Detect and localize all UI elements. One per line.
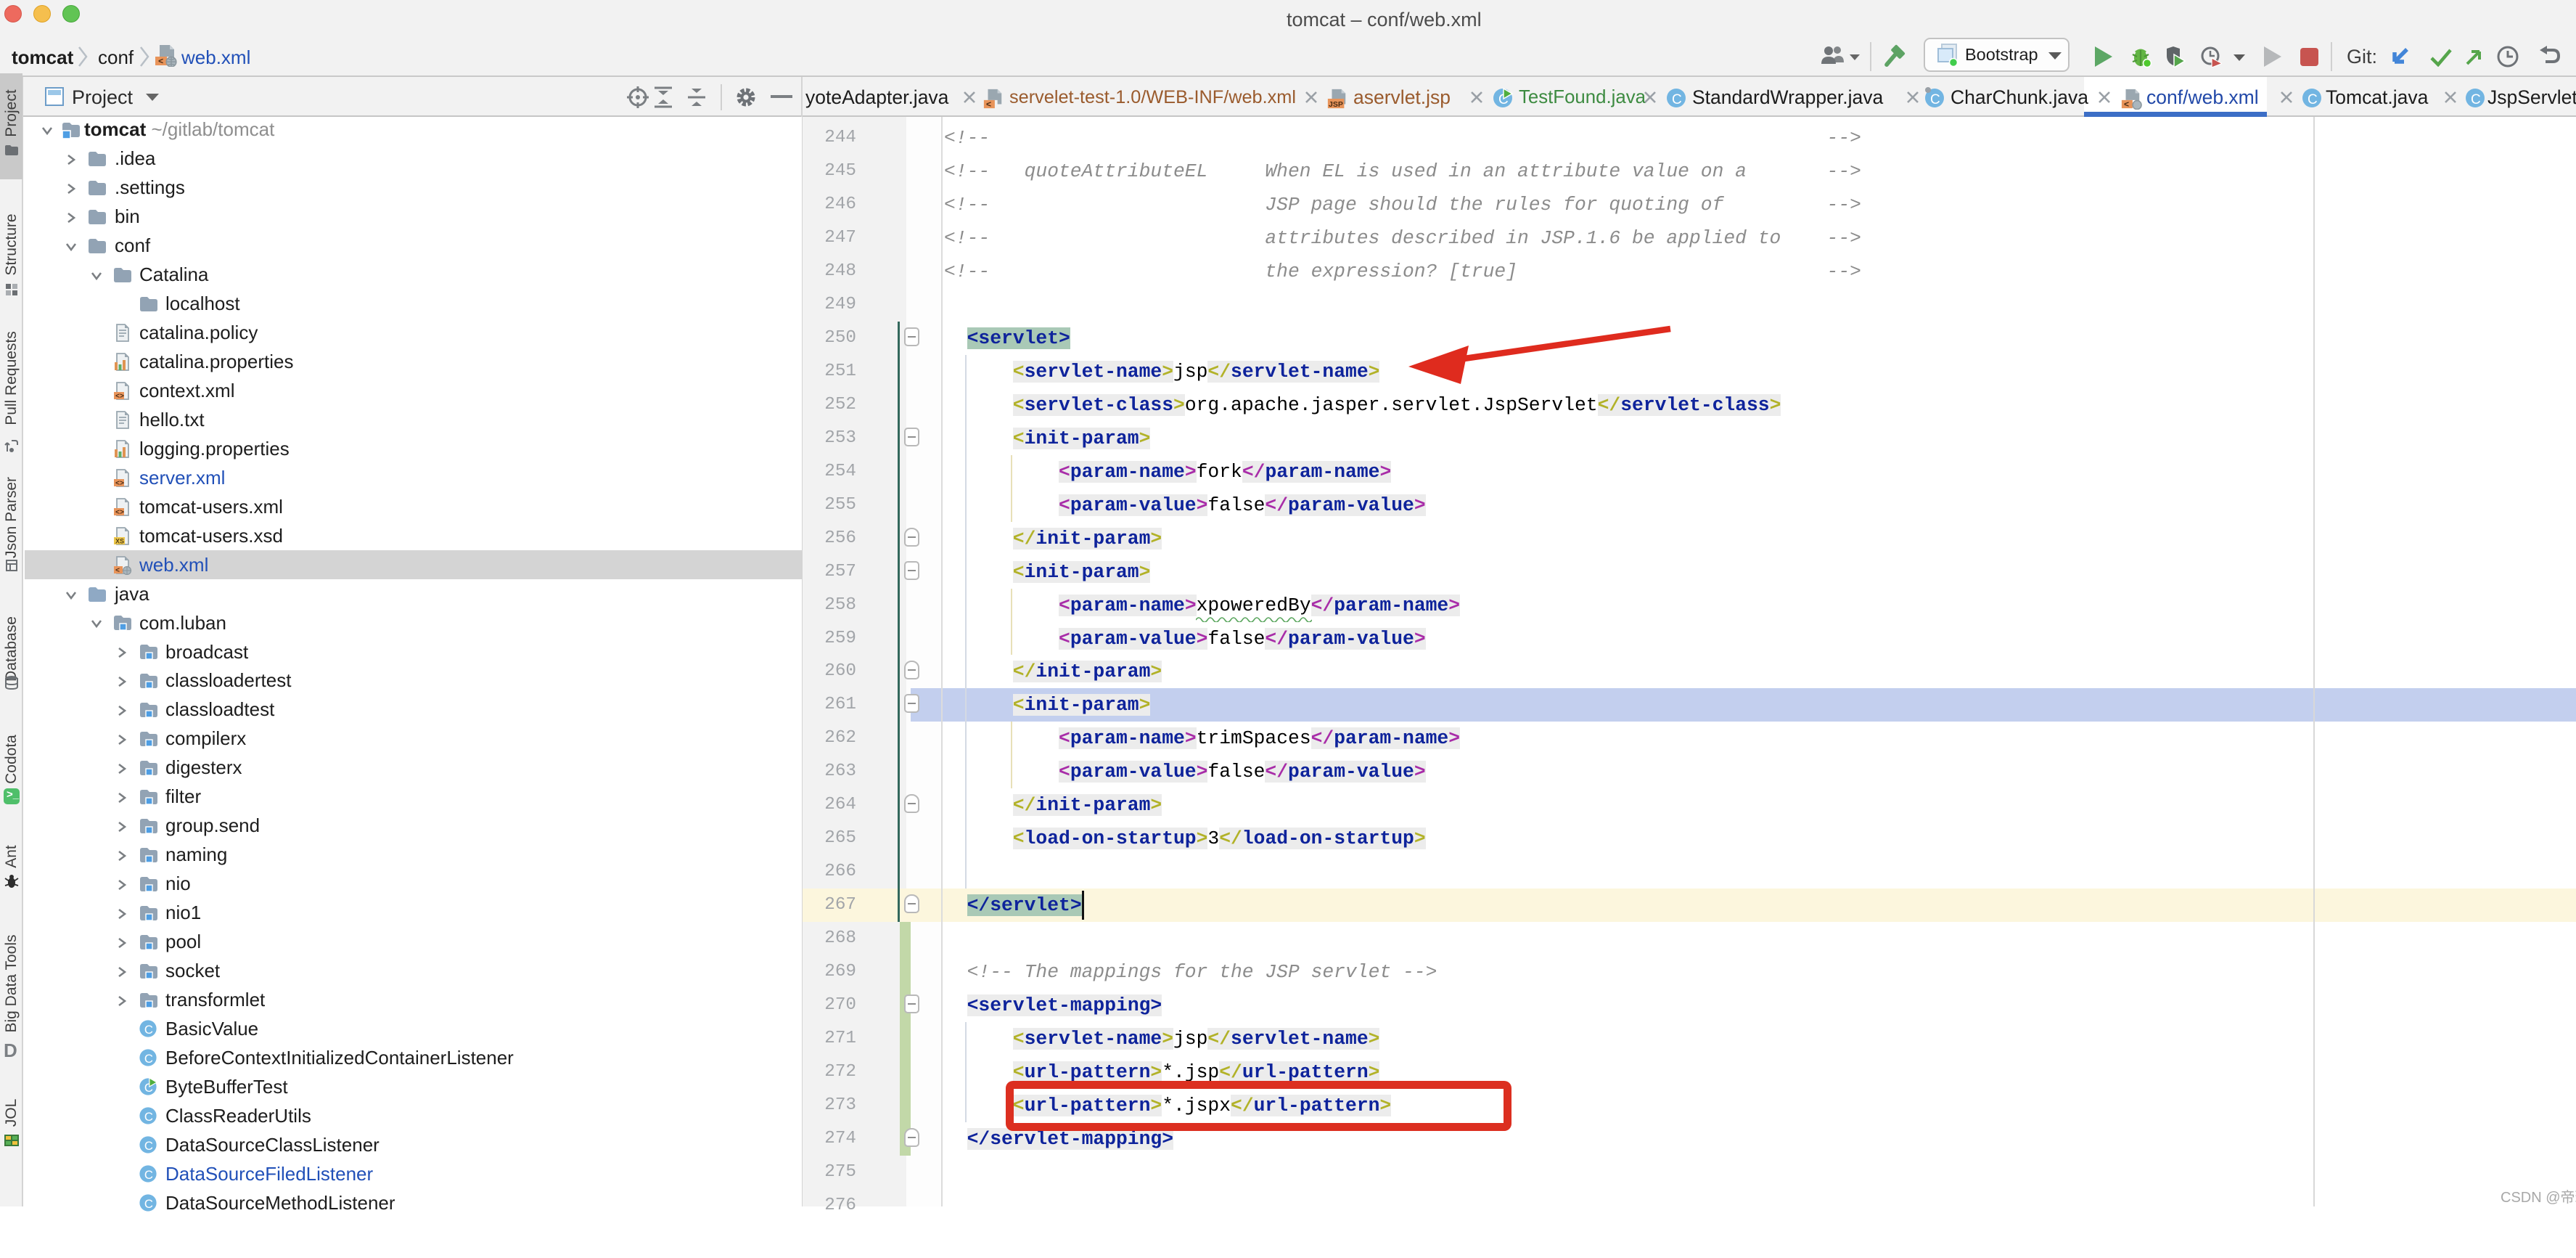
svg-text:<: < bbox=[158, 57, 163, 67]
svg-text:<: < bbox=[115, 567, 120, 575]
svg-text:XS: XS bbox=[115, 537, 124, 544]
svg-text:<>: <> bbox=[115, 509, 124, 517]
svg-text:<: < bbox=[986, 100, 991, 110]
svg-text:<>: <> bbox=[115, 480, 124, 488]
svg-text:C: C bbox=[144, 1110, 153, 1124]
svg-text:C: C bbox=[1930, 92, 1940, 107]
svg-text:C: C bbox=[144, 1197, 153, 1211]
svg-text:C: C bbox=[2308, 92, 2318, 107]
svg-text:C: C bbox=[144, 1023, 153, 1037]
svg-text:C: C bbox=[144, 1139, 153, 1153]
svg-text:C: C bbox=[144, 1052, 153, 1066]
svg-text:<: < bbox=[2124, 100, 2129, 110]
svg-text:<>: <> bbox=[115, 393, 124, 401]
svg-text:C: C bbox=[1672, 92, 1682, 107]
svg-text:C: C bbox=[2471, 92, 2481, 107]
svg-text:C: C bbox=[144, 1168, 153, 1182]
svg-text:JSP: JSP bbox=[1329, 100, 1343, 109]
